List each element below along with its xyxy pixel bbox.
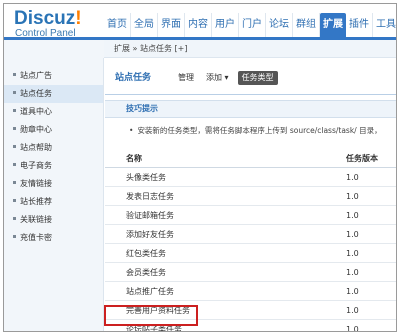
- breadcrumb[interactable]: 扩展 » 站点任务 [+]: [104, 40, 396, 58]
- task-version: 1.0: [346, 249, 359, 258]
- sidebar-top-spacer: [4, 40, 104, 58]
- sidebar-item-magic[interactable]: 道具中心: [4, 103, 103, 121]
- nav-tab-tools[interactable]: 工具: [373, 13, 396, 37]
- table-row: 发表日志任务 1.0: [105, 187, 396, 206]
- nav-tab-content[interactable]: 内容: [185, 13, 212, 37]
- task-version: 1.0: [346, 268, 359, 277]
- table-row: 验证邮箱任务 1.0: [105, 206, 396, 225]
- task-name: 添加好友任务: [126, 230, 174, 239]
- bullet-icon: [13, 217, 16, 220]
- task-version: 1.0: [346, 211, 359, 220]
- nav-tab-global[interactable]: 全局: [131, 13, 158, 37]
- top-navigation: 首页 全局 界面 内容 用户 门户 论坛 群组 扩展 插件 工具 站站: [104, 13, 396, 37]
- nav-tab-group[interactable]: 群组: [293, 13, 320, 37]
- tips-text: • 安装新的任务类型，需将任务脚本程序上传到 source/class/task/…: [129, 126, 382, 135]
- bullet-icon: [13, 109, 16, 112]
- sidebar-item-label: 勋章中心: [20, 125, 52, 134]
- nav-tab-forum[interactable]: 论坛: [266, 13, 293, 37]
- task-name: 完善用户资料任务: [126, 306, 190, 315]
- table-row: 添加好友任务 1.0: [105, 225, 396, 244]
- sidebar-item-label: 站点广告: [20, 71, 52, 80]
- sidebar-item-ads[interactable]: 站点广告: [4, 67, 103, 85]
- bullet-icon: [13, 181, 16, 184]
- sidebar-item-friendlinks[interactable]: 友情链接: [4, 175, 103, 193]
- sidebar-item-medals[interactable]: 勋章中心: [4, 121, 103, 139]
- table-row: 头像类任务 1.0: [105, 168, 396, 187]
- page-title: 站点任务: [115, 73, 152, 83]
- bullet-icon: [13, 163, 16, 166]
- task-name: 发表日志任务: [126, 192, 174, 201]
- table-row: 完善用户资料任务 1.0: [105, 301, 396, 320]
- subtab-add-dropdown[interactable]: 添加 ▾: [203, 70, 232, 86]
- task-version: 1.0: [346, 192, 359, 201]
- bullet-icon: [13, 127, 16, 130]
- sidebar: 站点广告 站点任务 道具中心 勋章中心 站点帮助 电子商务 友情链接 站长推荐 …: [4, 58, 104, 331]
- task-name: 站点推广任务: [126, 287, 174, 296]
- bullet-icon: •: [129, 126, 134, 135]
- sidebar-item-help[interactable]: 站点帮助: [4, 139, 103, 157]
- admin-window: Discuz! Control Panel 首页 全局 界面 内容 用户 门户 …: [3, 3, 397, 332]
- nav-tab-portal[interactable]: 门户: [239, 13, 266, 37]
- divider: [105, 94, 396, 95]
- table-row: 论坛帖子类任务 1.0: [105, 320, 396, 332]
- sidebar-item-label: 道具中心: [20, 107, 52, 116]
- task-version: 1.0: [346, 306, 359, 315]
- sidebar-item-label: 电子商务: [20, 161, 52, 170]
- sidebar-item-ecommerce[interactable]: 电子商务: [4, 157, 103, 175]
- task-version: 1.0: [346, 287, 359, 296]
- bullet-icon: [13, 73, 16, 76]
- sidebar-item-recommend[interactable]: 站长推荐: [4, 193, 103, 211]
- bullet-icon: [13, 235, 16, 238]
- logo-wordmark: Discuz!: [14, 8, 82, 29]
- nav-tab-plugins[interactable]: 插件: [346, 13, 373, 37]
- page-title-row: 站点任务 管理 添加 ▾ 任务类型: [105, 70, 396, 86]
- sidebar-item-tasks[interactable]: 站点任务: [4, 85, 103, 103]
- subtabs: 管理 添加 ▾ 任务类型: [175, 70, 278, 86]
- table-header-row: 名称 任务版本: [105, 150, 396, 168]
- task-name: 红包类任务: [126, 249, 166, 258]
- column-header-version: 任务版本: [346, 154, 378, 163]
- discuz-logo[interactable]: Discuz! Control Panel: [14, 9, 82, 40]
- sidebar-item-label: 站长推荐: [20, 197, 52, 206]
- task-type-table: 名称 任务版本 头像类任务 1.0 发表日志任务 1.0 验证邮箱任务 1.0 添加好…: [105, 150, 396, 332]
- sidebar-item-label: 友情链接: [20, 179, 52, 188]
- task-name: 论坛帖子类任务: [126, 325, 182, 332]
- table-row: 站点推广任务 1.0: [105, 282, 396, 301]
- tips-header: 技巧提示: [105, 100, 396, 118]
- nav-tab-home[interactable]: 首页: [104, 13, 131, 37]
- task-version: 1.0: [346, 325, 359, 332]
- task-name: 会员类任务: [126, 268, 166, 277]
- sidebar-item-related-links[interactable]: 关联链接: [4, 211, 103, 229]
- sidebar-item-label: 关联链接: [20, 215, 52, 224]
- nav-tab-extended[interactable]: 扩展: [320, 13, 346, 37]
- task-name: 验证邮箱任务: [126, 211, 174, 220]
- sidebar-item-label: 充值卡密: [20, 233, 52, 242]
- main-content: 站点任务 管理 添加 ▾ 任务类型 技巧提示 • 安装新的任务类型，需将任务脚本程…: [105, 58, 396, 332]
- task-name: 头像类任务: [126, 173, 166, 182]
- sidebar-item-cardkeys[interactable]: 充值卡密: [4, 229, 103, 247]
- nav-tab-style[interactable]: 界面: [158, 13, 185, 37]
- table-row: 会员类任务 1.0: [105, 263, 396, 282]
- task-version: 1.0: [346, 230, 359, 239]
- table-row: 红包类任务 1.0: [105, 244, 396, 263]
- column-header-name: 名称: [126, 154, 142, 163]
- nav-tab-users[interactable]: 用户: [212, 13, 239, 37]
- subtab-task-types[interactable]: 任务类型: [237, 71, 278, 85]
- header: Discuz! Control Panel 首页 全局 界面 内容 用户 门户 …: [4, 4, 396, 40]
- bullet-icon: [13, 199, 16, 202]
- bullet-icon: [13, 91, 16, 94]
- task-version: 1.0: [346, 173, 359, 182]
- sidebar-item-label: 站点帮助: [20, 143, 52, 152]
- bullet-icon: [13, 145, 16, 148]
- subtab-manage[interactable]: 管理: [175, 70, 197, 86]
- sidebar-item-label: 站点任务: [20, 89, 52, 98]
